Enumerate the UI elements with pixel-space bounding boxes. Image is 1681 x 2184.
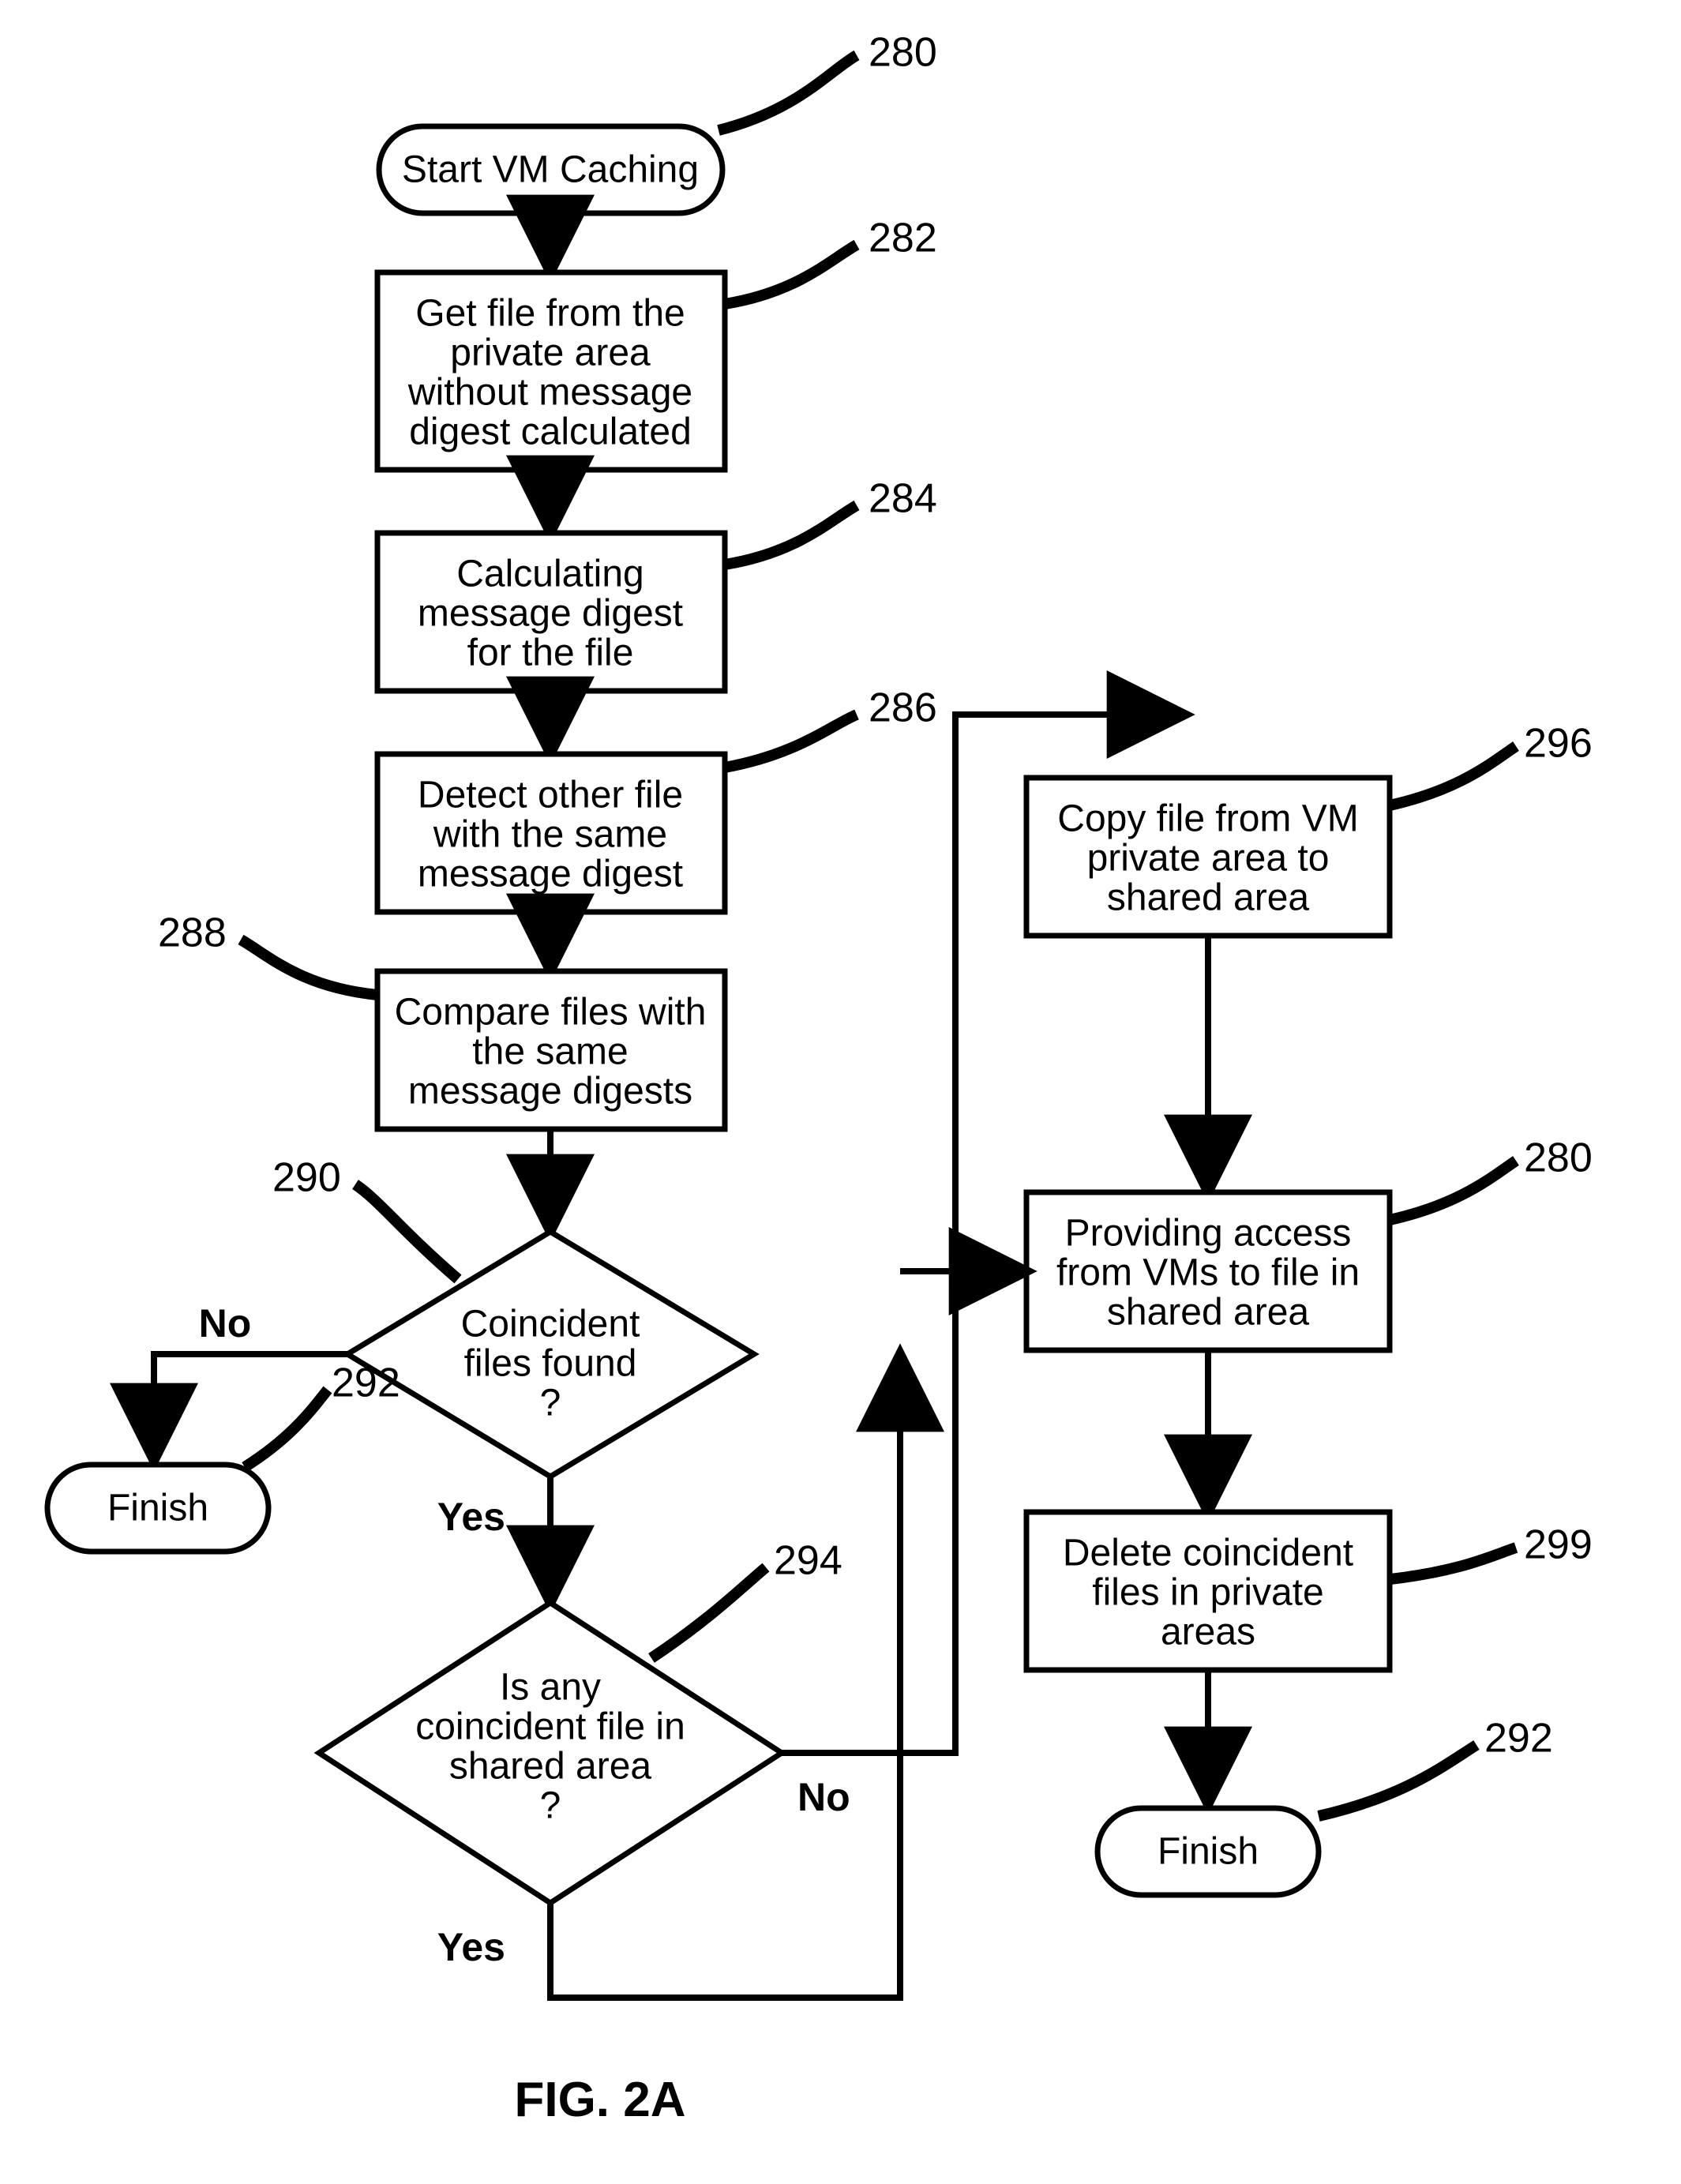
svg-text:with the same: with the same xyxy=(433,814,667,856)
branch-294-yes: Yes xyxy=(437,1925,505,1969)
callout-292a xyxy=(245,1390,328,1467)
branch-290-yes: Yes xyxy=(437,1495,505,1539)
node-coincident-found: Coincident files found ? xyxy=(347,1232,754,1477)
svg-text:Providing access: Providing access xyxy=(1065,1213,1352,1255)
svg-text:Finish: Finish xyxy=(1158,1831,1259,1873)
svg-text:message digests: message digests xyxy=(408,1071,692,1113)
svg-text:Delete coincident: Delete coincident xyxy=(1063,1533,1353,1574)
ref-284: 284 xyxy=(869,476,937,522)
ref-288: 288 xyxy=(158,910,227,956)
svg-text:private area to: private area to xyxy=(1087,838,1330,880)
ref-290: 290 xyxy=(272,1155,341,1201)
svg-text:shared area: shared area xyxy=(1107,1292,1309,1334)
svg-text:coincident file in: coincident file in xyxy=(415,1706,685,1748)
branch-294-no: No xyxy=(797,1775,850,1819)
svg-text:files in private: files in private xyxy=(1092,1572,1323,1614)
callout-282 xyxy=(725,245,857,304)
svg-text:private area: private area xyxy=(450,332,651,374)
svg-text:from VMs to file in: from VMs to file in xyxy=(1056,1252,1360,1294)
callout-286 xyxy=(725,715,857,767)
svg-text:Start VM Caching: Start VM Caching xyxy=(402,149,699,191)
callout-299 xyxy=(1390,1548,1516,1579)
callout-288 xyxy=(241,940,377,995)
node-get-file-private: Get file from the private area without m… xyxy=(377,272,725,470)
node-detect-other: Detect other file with the same message … xyxy=(377,754,725,912)
figure-caption: FIG. 2A xyxy=(514,2073,685,2127)
callout-280b xyxy=(1390,1161,1516,1220)
svg-text:Calculating: Calculating xyxy=(456,554,644,595)
ref-286: 286 xyxy=(869,685,937,731)
node-calc-digest: Calculating message digest for the file xyxy=(377,533,725,691)
callout-290 xyxy=(355,1184,458,1279)
branch-290-no: No xyxy=(199,1301,252,1345)
svg-text:files found: files found xyxy=(464,1343,637,1385)
callout-294 xyxy=(651,1567,766,1658)
svg-text:areas: areas xyxy=(1161,1612,1255,1653)
flowchart-fig-2a: Start VM Caching 280 Get file from the p… xyxy=(0,0,1681,2184)
svg-text:without message: without message xyxy=(407,372,692,414)
node-finish-right: Finish xyxy=(1098,1808,1319,1895)
ref-280b: 280 xyxy=(1524,1135,1593,1181)
node-in-shared-area: Is any coincident file in shared area ? xyxy=(319,1603,782,1903)
svg-text:Is any: Is any xyxy=(500,1667,601,1709)
svg-text:the same: the same xyxy=(472,1031,628,1073)
ref-296: 296 xyxy=(1524,721,1593,767)
node-copy-file: Copy file from VM private area to shared… xyxy=(1026,778,1390,936)
svg-text:Copy file from VM: Copy file from VM xyxy=(1057,798,1358,840)
node-delete-coincident: Delete coincident files in private areas xyxy=(1026,1512,1390,1670)
svg-text:Detect other file: Detect other file xyxy=(418,775,683,816)
ref-282: 282 xyxy=(869,216,937,261)
callout-296 xyxy=(1390,746,1516,805)
svg-text:digest calculated: digest calculated xyxy=(409,411,692,453)
callout-280a xyxy=(719,55,857,130)
svg-text:?: ? xyxy=(540,1785,561,1827)
svg-text:?: ? xyxy=(540,1383,561,1424)
node-start-vm-caching: Start VM Caching xyxy=(379,126,722,213)
svg-text:for the file: for the file xyxy=(467,632,634,674)
ref-280a: 280 xyxy=(869,30,937,76)
ref-294: 294 xyxy=(774,1538,842,1584)
svg-text:Coincident: Coincident xyxy=(461,1304,640,1345)
svg-text:Compare files with: Compare files with xyxy=(395,992,707,1034)
svg-text:message digest: message digest xyxy=(418,593,683,635)
node-finish-left: Finish xyxy=(47,1465,268,1552)
ref-299: 299 xyxy=(1524,1522,1593,1568)
ref-292b: 292 xyxy=(1484,1716,1553,1762)
node-compare-files: Compare files with the same message dige… xyxy=(377,971,725,1129)
svg-text:message digest: message digest xyxy=(418,854,683,895)
svg-text:shared area: shared area xyxy=(449,1746,651,1788)
svg-text:Get file from the: Get file from the xyxy=(415,293,685,335)
svg-text:shared area: shared area xyxy=(1107,877,1309,919)
callout-284 xyxy=(725,505,857,565)
svg-text:Finish: Finish xyxy=(107,1488,208,1529)
callout-292b xyxy=(1319,1745,1477,1816)
node-provide-access: Providing access from VMs to file in sha… xyxy=(1026,1192,1390,1350)
ref-292a: 292 xyxy=(332,1360,400,1406)
